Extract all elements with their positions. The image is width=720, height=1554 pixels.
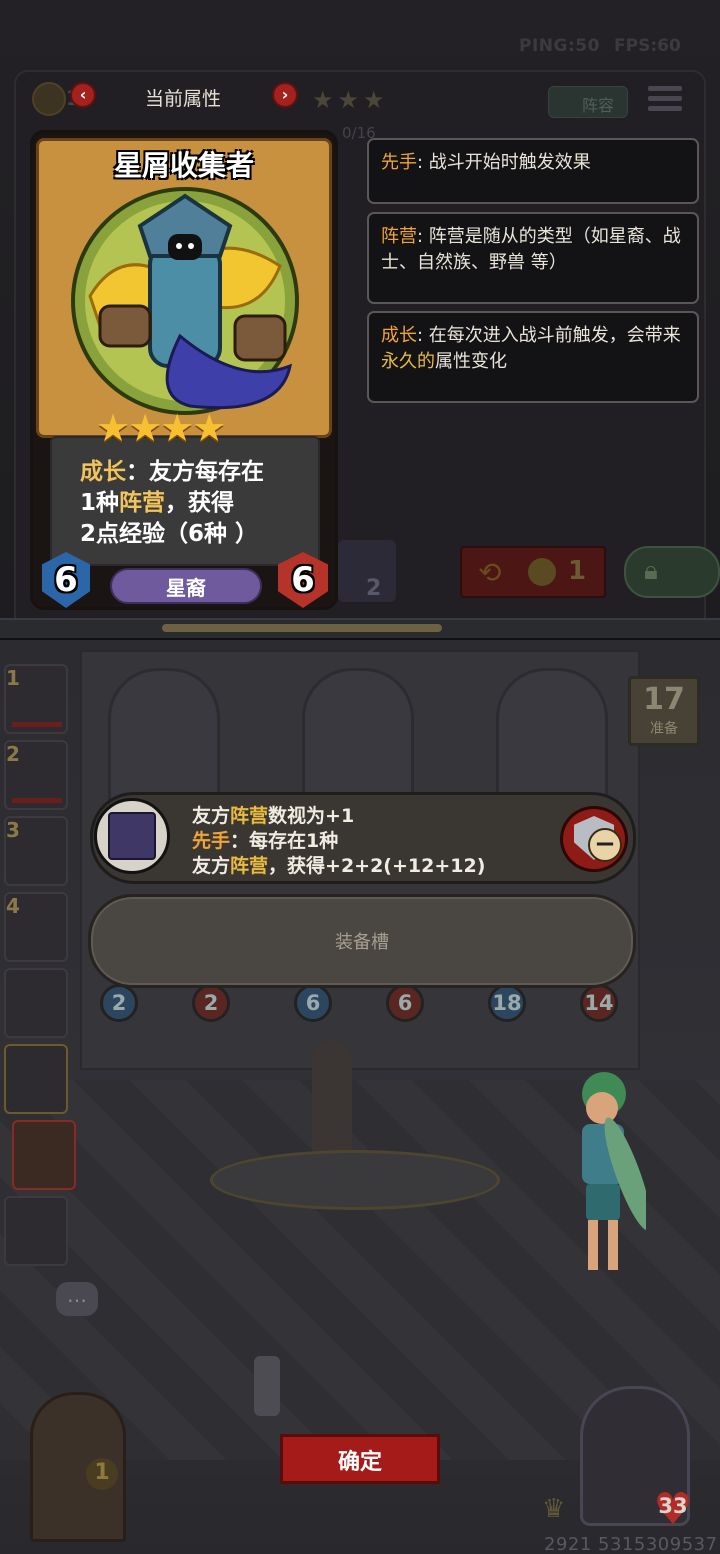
refresh-cost: 1 <box>568 556 587 586</box>
keyword-battlecry: 先手 <box>192 830 231 852</box>
tooltip-battlecry: 先手: 战斗开始时触发效果 <box>367 138 699 204</box>
card-attack: 6 <box>54 560 78 600</box>
tooltip-text: : 战斗开始时触发效果 <box>417 152 591 173</box>
keyword-faction: 阵营 <box>230 805 269 827</box>
opponent-hp-bar <box>12 722 62 727</box>
equipment-slot-label: 装备槽 <box>335 932 389 953</box>
coin-icon <box>32 82 66 116</box>
tooltip-text: : 在每次进入战斗前触发，会带来 <box>417 325 681 346</box>
minus-icon[interactable]: − <box>588 828 622 862</box>
board-minion-3[interactable] <box>496 668 608 808</box>
board-minion-1[interactable] <box>108 668 220 808</box>
card-desc-text: ，获得 <box>165 490 235 516</box>
tooltip-text: 属性变化 <box>435 351 507 372</box>
card-art-stardust-collector <box>71 187 299 415</box>
refresh-icon: ⟲ <box>478 556 502 589</box>
tooltip-key: 成长 <box>381 325 417 346</box>
effect-text: 友方 <box>192 855 231 877</box>
opponent-rank: 2 <box>6 742 20 766</box>
freeze-shop-button[interactable] <box>624 546 720 598</box>
effect-text: 友方 <box>192 805 231 827</box>
opponent-rank: 4 <box>6 894 20 918</box>
effect-text: ，获得+2+2(+12+12) <box>268 855 486 877</box>
opponent-slot-4[interactable]: 4 <box>4 892 68 962</box>
opponent-slot-7[interactable] <box>12 1120 76 1190</box>
ready-label: 准备 <box>650 721 678 737</box>
card-desc-text: ：友方每存在 <box>126 459 264 485</box>
next-attribute-button[interactable]: › <box>272 82 298 108</box>
card-desc-line-2: 1种阵营，获得 <box>50 483 320 517</box>
lineup-label: 阵容 <box>582 96 615 115</box>
opponent-slot-8[interactable] <box>4 1196 68 1266</box>
keyword-growth: 成长 <box>80 459 126 485</box>
minion-attack: 18 <box>488 984 526 1022</box>
hat-icon: ♛ <box>542 1494 566 1524</box>
minion-health: 6 <box>386 984 424 1022</box>
menu-icon[interactable] <box>648 86 682 116</box>
tooltip-text: : 阵营是随从的类型（如星裔、战士、自然族、野兽 等） <box>381 226 681 273</box>
card-name: 星屑收集者 <box>113 149 254 182</box>
tavern-tier-stars: ★★★ <box>312 86 389 114</box>
keyword-faction: 阵营 <box>230 855 269 877</box>
equipment-effect-line-1: 友方阵营数视为+1 <box>192 801 354 828</box>
effect-text: 数视为+1 <box>268 805 355 827</box>
keyword-faction: 阵营 <box>119 490 166 516</box>
opponent-rank: 3 <box>6 818 20 842</box>
lock-icon: 🔒︎ <box>644 556 658 586</box>
tooltip-faction: 阵营: 阵营是随从的类型（如星裔、战士、自然族、野兽 等） <box>367 212 699 304</box>
minion-attack: 6 <box>294 984 332 1022</box>
card-health: 6 <box>291 560 315 600</box>
minion-health: 2 <box>192 984 230 1022</box>
door-badge: 1 <box>86 1458 118 1490</box>
card-desc-line-3: 2点经验（6种 ） <box>80 521 259 547</box>
effect-text: ：每存在1种 <box>230 830 339 852</box>
chat-icon[interactable]: … <box>56 1282 98 1316</box>
fps-readout: FPS:60 <box>614 36 681 56</box>
tooltip-key: 先手 <box>381 152 417 173</box>
tribe-label: 星裔 <box>166 576 206 600</box>
confirm-label: 确定 <box>337 1450 382 1475</box>
equipment-effect-line-2: 先手：每存在1种 <box>192 826 338 853</box>
tooltip-highlight: 永久的 <box>381 351 435 372</box>
player-uid: 2921 5315309537 <box>544 1534 718 1554</box>
player-health: 33 <box>658 1494 688 1518</box>
statue-pedestal <box>210 1150 500 1210</box>
attribute-title: 当前属性 <box>144 88 221 110</box>
prev-attribute-button[interactable]: ‹ <box>70 82 96 108</box>
candle-decoration <box>254 1356 280 1416</box>
minion-attack: 2 <box>100 984 138 1022</box>
card-stars: ★★★★ <box>96 406 226 450</box>
spellbook-icon <box>108 812 156 860</box>
coin-icon <box>528 558 556 586</box>
minion-health: 14 <box>580 984 618 1022</box>
ready-timer: 17 <box>643 682 685 717</box>
tooltip-growth: 成长: 在每次进入战斗前触发，会带来永久的属性变化 <box>367 311 699 403</box>
opponent-hp-bar <box>12 798 62 803</box>
opponent-rank: 1 <box>6 666 20 690</box>
opponent-slot-6[interactable] <box>4 1044 68 1114</box>
card-desc-text: 1种 <box>80 490 120 516</box>
opponent-slot-5[interactable] <box>4 968 68 1038</box>
opponent-slot-3[interactable]: 3 <box>4 816 68 886</box>
shop-minion-count: 2 <box>366 576 382 601</box>
divider-ornament <box>162 624 442 632</box>
ballerina-statue <box>312 1040 352 1160</box>
tooltip-key: 阵营 <box>381 226 417 247</box>
card-desc-line-1: 成长：友方每存在 <box>50 452 320 486</box>
hero-avatar[interactable] <box>556 1064 646 1278</box>
ping-readout: PING:50 <box>519 36 600 56</box>
equipment-effect-line-3: 友方阵营，获得+2+2(+12+12) <box>192 851 485 878</box>
board-minion-2[interactable] <box>302 668 414 808</box>
